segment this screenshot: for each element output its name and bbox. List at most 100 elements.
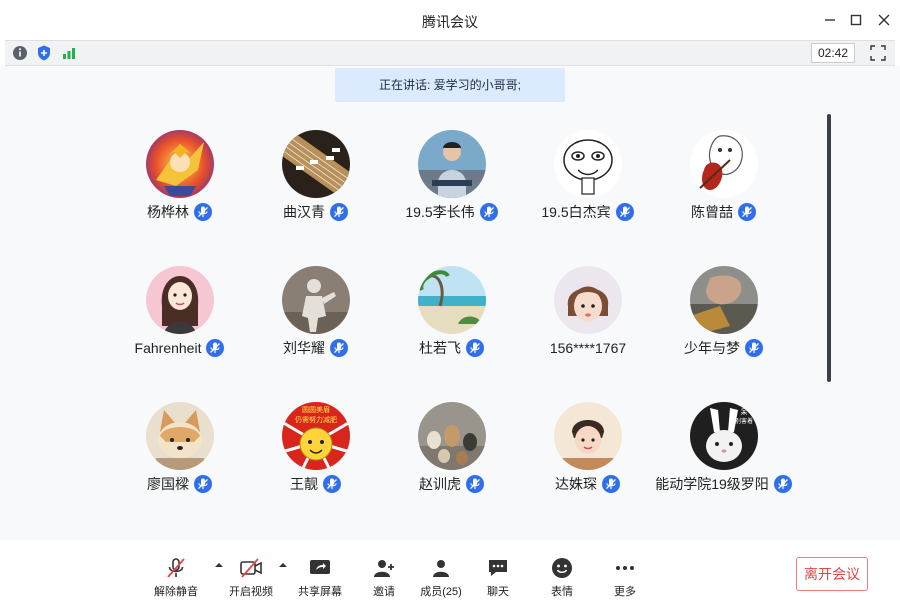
video-label: 开启视频 bbox=[229, 586, 273, 598]
meeting-timer: 02:42 bbox=[810, 43, 855, 63]
participant-name: 19.5白杰宾 bbox=[541, 204, 611, 220]
more-label: 更多 bbox=[614, 586, 636, 598]
participant-tile[interactable]: 圆圆美眉 仍需努力减肥 王靓 bbox=[248, 402, 384, 502]
caret-up-icon[interactable] bbox=[278, 560, 288, 570]
sticker-text: 圆圆美眉 bbox=[302, 405, 330, 414]
participant-grid: 杨桦林 曲汉青 19.5李长伟 19.5白杰宾 陈曾喆 Fahrenheit 刘… bbox=[110, 128, 793, 538]
person-avatar bbox=[418, 130, 486, 198]
chat-button[interactable]: 聊天 bbox=[468, 556, 528, 600]
guitar-avatar bbox=[282, 130, 350, 198]
participant-tile[interactable]: 达姝琛 bbox=[520, 402, 656, 502]
close-icon bbox=[878, 14, 890, 26]
sun-cartoon-avatar: 圆圆美眉 仍需努力减肥 bbox=[282, 402, 350, 470]
camera-off-icon bbox=[240, 558, 262, 578]
participant-name: 杨桦林 bbox=[147, 204, 189, 220]
signal-icon[interactable] bbox=[60, 44, 78, 62]
meme-face-avatar bbox=[554, 130, 622, 198]
photo-avatar bbox=[690, 266, 758, 334]
microphone-icon bbox=[479, 202, 499, 222]
participant-name: 少年与梦 bbox=[684, 340, 740, 356]
microphone-icon bbox=[744, 338, 764, 358]
participant-tile[interactable]: 廖国樑 bbox=[112, 402, 248, 502]
microphone-icon bbox=[465, 474, 485, 494]
invite-button[interactable]: 邀请 bbox=[354, 556, 414, 600]
chat-label: 聊天 bbox=[487, 586, 509, 598]
security-shield-icon[interactable] bbox=[35, 44, 53, 62]
violin-avatar bbox=[690, 130, 758, 198]
invite-label: 邀请 bbox=[373, 586, 395, 598]
minimize-icon bbox=[825, 19, 835, 21]
chat-icon bbox=[489, 560, 507, 576]
corgi-avatar bbox=[146, 402, 214, 470]
microphone-icon bbox=[193, 202, 213, 222]
members-label: 成员(25) bbox=[420, 586, 462, 598]
unmute-label: 解除静音 bbox=[154, 586, 198, 598]
sticker-text: 仍需努力减肥 bbox=[295, 415, 337, 424]
participant-tile[interactable]: 156****1767 bbox=[520, 266, 656, 366]
close-button[interactable] bbox=[874, 10, 894, 30]
maximize-button[interactable] bbox=[846, 10, 866, 30]
microphone-icon bbox=[773, 474, 793, 494]
info-icon[interactable] bbox=[11, 44, 29, 62]
participant-tile[interactable]: 杨桦林 bbox=[112, 130, 248, 230]
share-label: 共享屏幕 bbox=[298, 586, 342, 598]
maximize-icon bbox=[850, 14, 862, 26]
girl-drawing-avatar bbox=[146, 266, 214, 334]
participant-tile[interactable]: Fahrenheit bbox=[112, 266, 248, 366]
speaking-indicator: 正在讲话: 爱学习的小哥哥; bbox=[335, 68, 565, 102]
toddler-avatar bbox=[554, 402, 622, 470]
microphone-icon bbox=[737, 202, 757, 222]
start-video-button[interactable]: 开启视频 bbox=[221, 556, 281, 600]
cats-avatar bbox=[418, 402, 486, 470]
participant-tile[interactable]: 陈曾喆 bbox=[656, 130, 792, 230]
participant-name: 156****1767 bbox=[549, 340, 627, 356]
participant-tile[interactable]: 少年与梦 bbox=[656, 266, 792, 366]
participant-name: 达姝琛 bbox=[555, 476, 597, 492]
participant-name: 赵训虎 bbox=[419, 476, 461, 492]
microphone-icon bbox=[615, 202, 635, 222]
microphone-icon bbox=[322, 474, 342, 494]
add-user-icon bbox=[374, 560, 394, 577]
share-screen-button[interactable]: 共享屏幕 bbox=[290, 556, 350, 600]
microphone-icon bbox=[329, 338, 349, 358]
participant-name: 杜若飞 bbox=[419, 340, 461, 356]
emoji-button[interactable]: 表情 bbox=[532, 556, 592, 600]
more-icon bbox=[616, 566, 634, 570]
emoji-icon bbox=[552, 558, 572, 578]
statue-avatar bbox=[282, 266, 350, 334]
participant-name: 陈曾喆 bbox=[691, 204, 733, 220]
title-bar: 腾讯会议 bbox=[0, 0, 900, 40]
members-button[interactable]: 成员(25) bbox=[411, 556, 471, 600]
participant-name: 刘华耀 bbox=[283, 340, 325, 356]
anime-avatar bbox=[146, 130, 214, 198]
sticker-text: 别害着 bbox=[735, 417, 753, 425]
status-bar: 02:42 bbox=[5, 40, 895, 66]
participant-name: 19.5李长伟 bbox=[405, 204, 475, 220]
members-icon bbox=[433, 560, 449, 577]
participant-tile[interactable]: 曲汉青 bbox=[248, 130, 384, 230]
participant-tile[interactable]: 赵训虎 bbox=[384, 402, 520, 502]
unmute-button[interactable]: 解除静音 bbox=[146, 556, 206, 600]
participant-tile[interactable]: 刘华耀 bbox=[248, 266, 384, 366]
beach-avatar bbox=[418, 266, 486, 334]
mic-muted-icon bbox=[167, 558, 185, 578]
emoji-label: 表情 bbox=[551, 586, 573, 598]
participant-tile[interactable]: 杜若飞 bbox=[384, 266, 520, 366]
bottom-toolbar: 解除静音 开启视频 共享屏幕 邀请 成员(25) 聊天 表情 更多 离开会议 bbox=[0, 540, 900, 600]
participant-name: 能动学院19级罗阳 bbox=[655, 476, 769, 492]
sticker-text: 呆 bbox=[741, 408, 748, 416]
leave-meeting-button[interactable]: 离开会议 bbox=[796, 557, 868, 591]
child-avatar bbox=[554, 266, 622, 334]
participant-name: 王靓 bbox=[290, 476, 318, 492]
window-title: 腾讯会议 bbox=[422, 14, 478, 30]
participant-tile[interactable]: 19.5白杰宾 bbox=[520, 130, 656, 230]
minimize-button[interactable] bbox=[820, 10, 840, 30]
more-button[interactable]: 更多 bbox=[595, 556, 655, 600]
participant-name: Fahrenheit bbox=[134, 340, 202, 356]
participant-tile[interactable]: 呆别害着 能动学院19级罗阳 bbox=[655, 402, 793, 502]
microphone-icon bbox=[205, 338, 225, 358]
participant-tile[interactable]: 19.5李长伟 bbox=[384, 130, 520, 230]
fullscreen-icon[interactable] bbox=[869, 44, 887, 62]
scrollbar[interactable] bbox=[827, 114, 831, 382]
participant-name: 曲汉青 bbox=[283, 204, 325, 220]
